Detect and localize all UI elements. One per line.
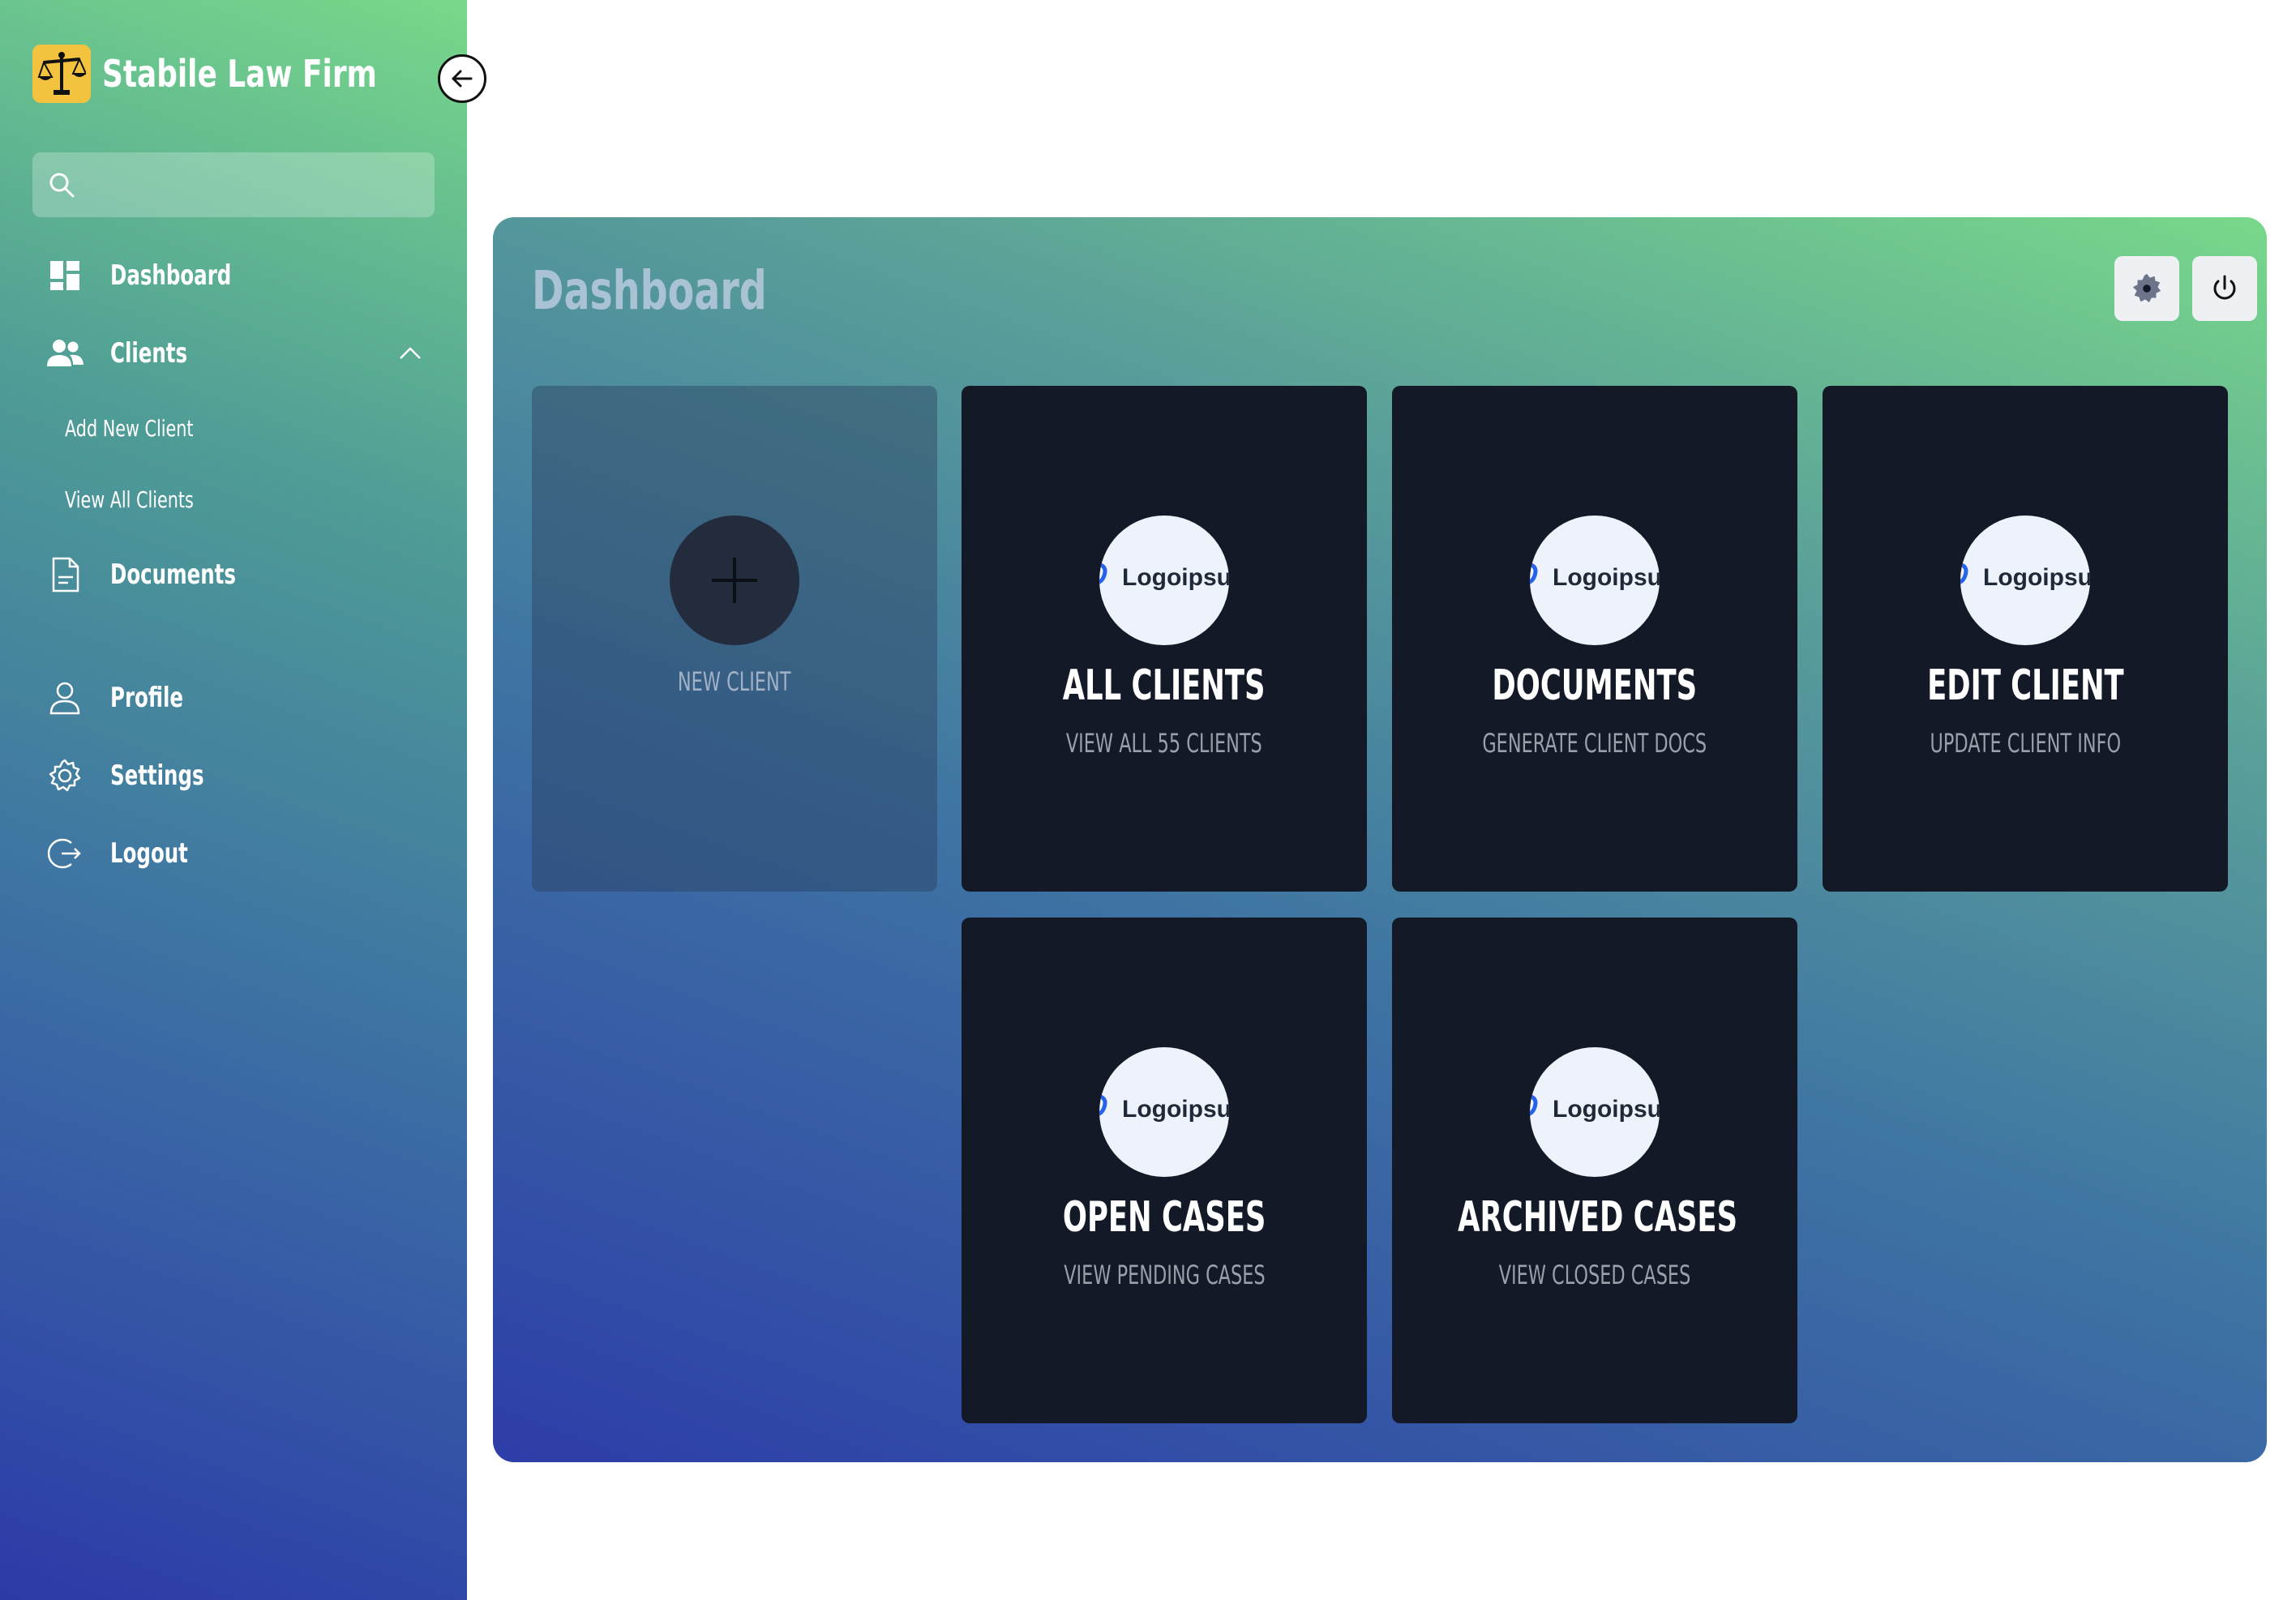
sidebar-item-logout[interactable]: Logout	[45, 829, 218, 878]
sidebar-item-dashboard[interactable]: Dashboard	[45, 251, 278, 300]
sidebar-subitem-add-new-client[interactable]: Add New Client	[65, 408, 238, 448]
plus-icon	[712, 558, 757, 603]
logo-text: Logoipsu	[1983, 564, 2090, 591]
sidebar-subitem-label: View All Clients	[65, 486, 194, 513]
card-subtitle: VIEW CLOSED CASES	[1498, 1260, 1691, 1290]
archived-cases-card[interactable]: Logoipsu ARCHIVED CASES VIEW CLOSED CASE…	[1392, 918, 1797, 1423]
logo-mark-icon	[1530, 562, 1538, 584]
chevron-up-icon[interactable]	[396, 339, 425, 368]
logo-text: Logoipsu	[1553, 1096, 1660, 1123]
sidebar-item-profile[interactable]: Profile	[45, 674, 212, 722]
sidebar-item-label: Dashboard	[110, 259, 232, 292]
card-subtitle: VIEW ALL 55 CLIENTS	[1066, 728, 1262, 759]
logo-badge: Logoipsu	[1960, 516, 2090, 645]
sidebar-item-label: Documents	[110, 558, 236, 591]
logo-mark-icon	[1099, 1093, 1107, 1116]
sidebar: Stabile Law Firm Dashboard Clients Add N…	[0, 0, 467, 1600]
logo-text: Logoipsu	[1122, 564, 1229, 591]
card-subtitle: VIEW PENDING CASES	[1063, 1260, 1266, 1290]
sidebar-item-label: Settings	[110, 759, 204, 792]
sidebar-item-label: Logout	[110, 837, 188, 870]
power-icon	[2213, 275, 2236, 300]
sidebar-subitem-label: Add New Client	[65, 414, 194, 442]
app-title: Stabile Law Firm	[102, 52, 377, 96]
gear-icon	[45, 756, 84, 795]
card-title: ALL CLIENTS	[1063, 661, 1266, 710]
search-box[interactable]	[32, 152, 435, 217]
logo-text: Logoipsu	[1553, 564, 1660, 591]
arrow-left-icon	[452, 70, 473, 88]
sidebar-subitem-view-all-clients[interactable]: View All Clients	[65, 479, 239, 520]
search-input[interactable]	[88, 160, 435, 209]
logo-text: Logoipsu	[1122, 1096, 1229, 1123]
card-subtitle: GENERATE CLIENT DOCS	[1482, 728, 1707, 759]
scales-of-justice-logo-icon	[32, 45, 91, 103]
card-title: DOCUMENTS	[1492, 661, 1698, 710]
card-title: OPEN CASES	[1062, 1193, 1266, 1242]
power-button[interactable]	[2192, 256, 2257, 321]
card-title: ARCHIVED CASES	[1458, 1193, 1738, 1242]
sidebar-item-settings[interactable]: Settings	[45, 751, 241, 800]
all-clients-card[interactable]: Logoipsu ALL CLIENTS VIEW ALL 55 CLIENTS	[962, 386, 1367, 892]
users-icon	[45, 334, 84, 373]
user-icon	[45, 678, 84, 717]
page-title: Dashboard	[532, 259, 767, 322]
logo-mark-icon	[1960, 562, 1968, 584]
logo-badge: Logoipsu	[1099, 516, 1229, 645]
sidebar-item-clients[interactable]: Clients	[45, 329, 217, 378]
dashboard-icon	[45, 256, 84, 295]
edit-client-card[interactable]: Logoipsu EDIT CLIENT UPDATE CLIENT INFO	[1823, 386, 2228, 892]
collapse-sidebar-button[interactable]	[438, 54, 486, 103]
brand[interactable]: Stabile Law Firm	[32, 44, 455, 104]
logo-mark-icon	[1530, 1093, 1538, 1116]
logo-mark-icon	[1099, 562, 1107, 584]
sidebar-item-documents[interactable]: Documents	[45, 550, 285, 599]
logo-badge: Logoipsu	[1530, 1047, 1660, 1177]
settings-button[interactable]	[2114, 256, 2179, 321]
documents-card[interactable]: Logoipsu DOCUMENTS GENERATE CLIENT DOCS	[1392, 386, 1797, 892]
card-subtitle: UPDATE CLIENT INFO	[1930, 728, 2121, 759]
logo-badge: Logoipsu	[1099, 1047, 1229, 1177]
open-cases-card[interactable]: Logoipsu OPEN CASES VIEW PENDING CASES	[962, 918, 1367, 1423]
sidebar-item-label: Clients	[110, 337, 188, 370]
add-client-button[interactable]	[670, 516, 799, 645]
logo-badge: Logoipsu	[1530, 516, 1660, 645]
dashboard-panel: Dashboard NEW CLIENT Logoipsu ALL CLIENT…	[493, 217, 2267, 1462]
new-client-card[interactable]: NEW CLIENT	[532, 386, 937, 892]
card-subtitle: NEW CLIENT	[678, 666, 791, 697]
sidebar-item-label: Profile	[110, 682, 183, 714]
search-icon	[49, 173, 75, 198]
gear-icon	[2132, 273, 2161, 303]
logout-icon	[45, 834, 84, 873]
document-icon	[45, 555, 84, 594]
card-title: EDIT CLIENT	[1926, 661, 2124, 710]
